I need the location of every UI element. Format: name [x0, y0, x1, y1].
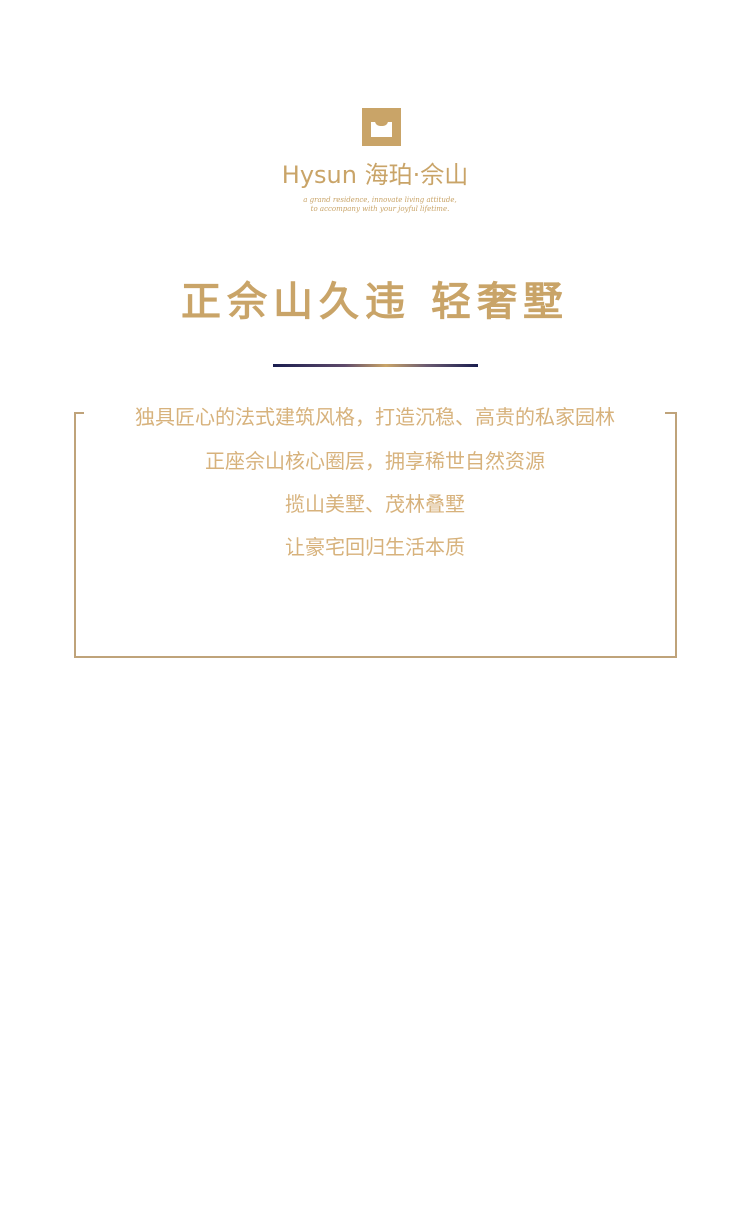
feature-line-villas: 揽山美墅、茂林叠墅	[285, 492, 465, 516]
brand-logo-icon	[362, 108, 401, 146]
feature-line-lifestyle: 让豪宅回归生活本质	[285, 535, 465, 559]
brand-tagline-line2: to accompany with your joyful lifetime.	[310, 205, 450, 213]
gradient-divider	[273, 364, 478, 367]
feature-line-location: 正座佘山核心圈层，拥享稀世自然资源	[205, 449, 545, 473]
page-headline: 正佘山久违 轻奢墅	[181, 278, 569, 325]
feature-line-architecture: 独具匠心的法式建筑风格，打造沉稳、高贵的私家园林	[135, 405, 615, 429]
brand-name: Hysun 海珀·佘山	[281, 161, 469, 189]
